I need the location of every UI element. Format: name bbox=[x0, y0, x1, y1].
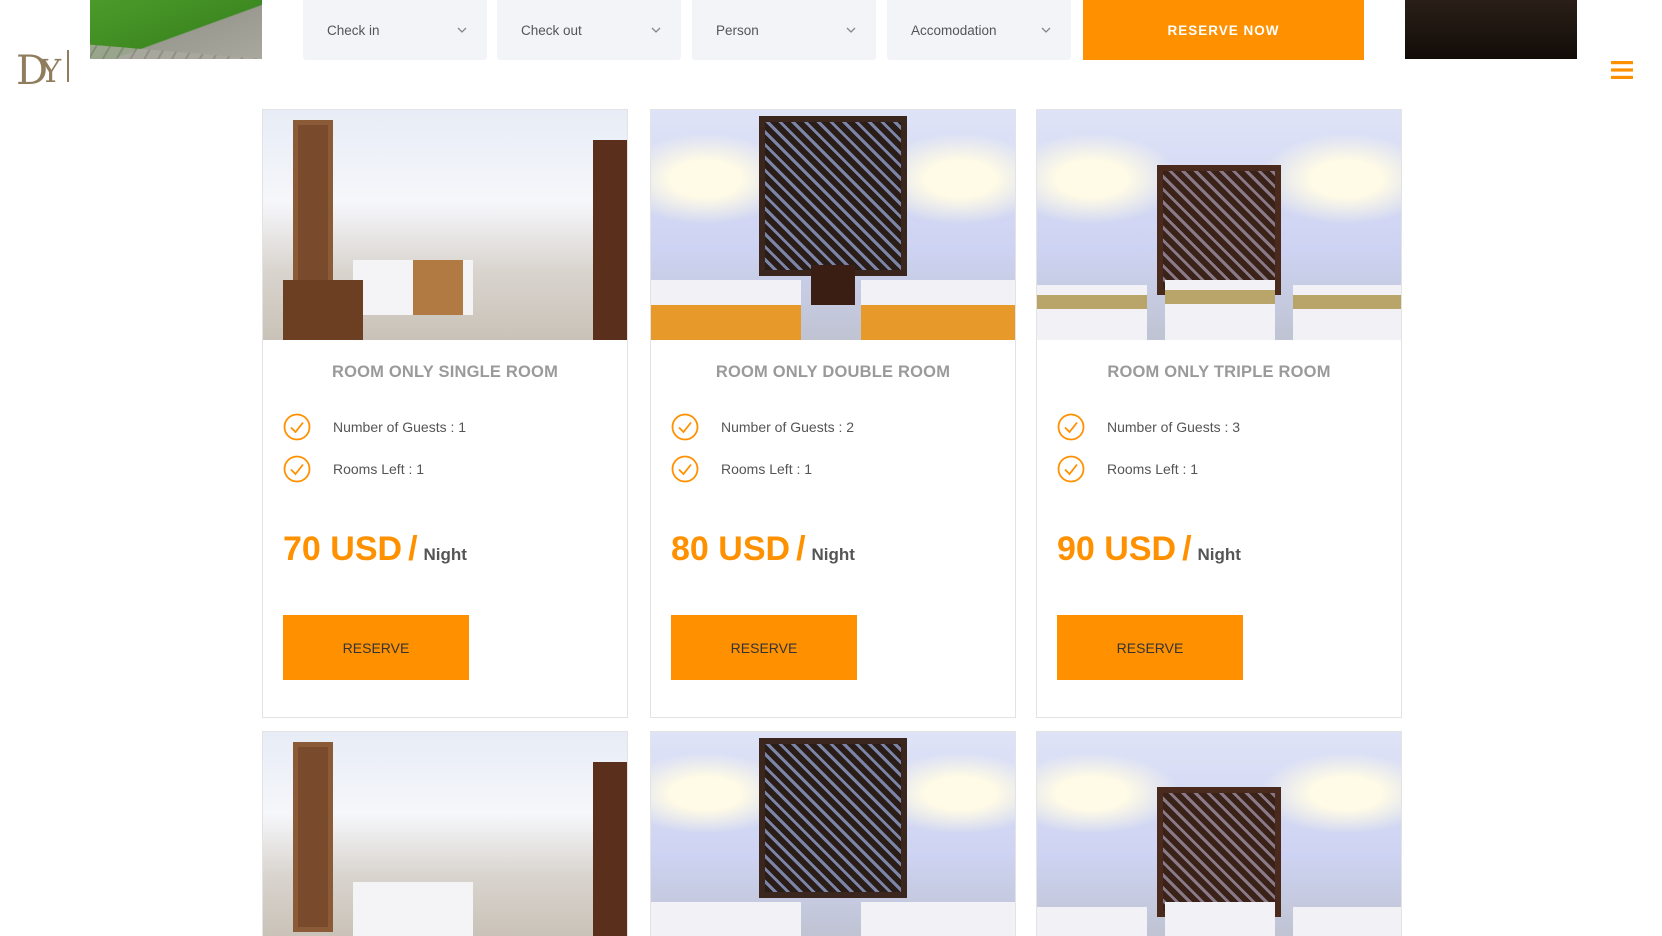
room-card-double-2 bbox=[650, 731, 1016, 936]
price-separator: / bbox=[408, 530, 418, 568]
price-amount: 90 USD bbox=[1057, 530, 1177, 568]
room-title: ROOM ONLY DOUBLE ROOM bbox=[715, 363, 951, 381]
price-amount: 70 USD bbox=[283, 530, 403, 568]
price-amount: 80 USD bbox=[671, 530, 791, 568]
guests-feature: Number of Guests : 2 bbox=[671, 413, 854, 441]
guests-text: Number of Guests : 2 bbox=[721, 419, 855, 435]
check-circle-icon bbox=[671, 455, 699, 483]
room-card-single-2 bbox=[262, 731, 628, 936]
guests-feature: Number of Guests : 1 bbox=[283, 413, 466, 441]
guests-feature: Number of Guests : 3 bbox=[1057, 413, 1240, 441]
price-unit: Night bbox=[423, 545, 467, 564]
reserve-button[interactable]: RESERVE bbox=[1057, 615, 1243, 680]
check-circle-icon bbox=[1057, 455, 1085, 483]
reserve-button[interactable]: RESERVE bbox=[671, 615, 857, 680]
rooms-left-feature: Rooms Left : 1 bbox=[671, 455, 812, 483]
rooms-left-feature: Rooms Left : 1 bbox=[283, 455, 424, 483]
room-price: 80 USD / Night bbox=[671, 530, 855, 569]
chevron-down-icon bbox=[651, 27, 661, 33]
price-unit: Night bbox=[811, 545, 855, 564]
room-photo-double bbox=[651, 110, 1015, 340]
reserve-now-button[interactable]: RESERVE NOW bbox=[1083, 0, 1364, 60]
room-card-double: ROOM ONLY DOUBLE ROOM Number of Guests :… bbox=[650, 109, 1016, 718]
check-out-label: Check out bbox=[521, 22, 582, 38]
hero-image-right bbox=[1405, 0, 1577, 59]
room-card-triple-2 bbox=[1036, 731, 1402, 936]
check-in-select[interactable]: Check in bbox=[303, 0, 487, 60]
check-circle-icon bbox=[671, 413, 699, 441]
chevron-down-icon bbox=[1041, 27, 1051, 33]
logo[interactable]: D Y bbox=[14, 44, 74, 94]
guests-text: Number of Guests : 1 bbox=[333, 419, 467, 435]
svg-text:Y: Y bbox=[39, 52, 62, 90]
guests-text: Number of Guests : 3 bbox=[1107, 419, 1241, 435]
room-title: ROOM ONLY SINGLE ROOM bbox=[331, 363, 559, 381]
hamburger-menu-icon[interactable] bbox=[1611, 61, 1633, 79]
check-circle-icon bbox=[283, 455, 311, 483]
chevron-down-icon bbox=[457, 27, 467, 33]
rooms-left-feature: Rooms Left : 1 bbox=[1057, 455, 1198, 483]
rooms-left-text: Rooms Left : 1 bbox=[333, 461, 425, 477]
price-separator: / bbox=[796, 530, 806, 568]
room-photo-double bbox=[651, 732, 1015, 936]
check-circle-icon bbox=[1057, 413, 1085, 441]
room-price: 70 USD / Night bbox=[283, 530, 467, 569]
person-select[interactable]: Person bbox=[692, 0, 876, 60]
check-out-select[interactable]: Check out bbox=[497, 0, 681, 60]
hero-image-left bbox=[90, 0, 262, 59]
price-unit: Night bbox=[1197, 545, 1241, 564]
reserve-button[interactable]: RESERVE bbox=[283, 615, 469, 680]
rooms-left-text: Rooms Left : 1 bbox=[721, 461, 813, 477]
room-photo-triple bbox=[1037, 110, 1401, 340]
room-card-single: ROOM ONLY SINGLE ROOM Number of Guests :… bbox=[262, 109, 628, 718]
room-photo-single bbox=[263, 732, 627, 936]
room-photo-single bbox=[263, 110, 627, 340]
accommodation-label: Accomodation bbox=[911, 22, 997, 38]
check-in-label: Check in bbox=[327, 22, 380, 38]
person-label: Person bbox=[716, 22, 759, 38]
room-photo-triple bbox=[1037, 732, 1401, 936]
room-title: ROOM ONLY TRIPLE ROOM bbox=[1107, 363, 1331, 381]
room-card-triple: ROOM ONLY TRIPLE ROOM Number of Guests :… bbox=[1036, 109, 1402, 718]
rooms-left-text: Rooms Left : 1 bbox=[1107, 461, 1199, 477]
check-circle-icon bbox=[283, 413, 311, 441]
price-separator: / bbox=[1182, 530, 1192, 568]
chevron-down-icon bbox=[846, 27, 856, 33]
accommodation-select[interactable]: Accomodation bbox=[887, 0, 1071, 60]
room-price: 90 USD / Night bbox=[1057, 530, 1241, 569]
